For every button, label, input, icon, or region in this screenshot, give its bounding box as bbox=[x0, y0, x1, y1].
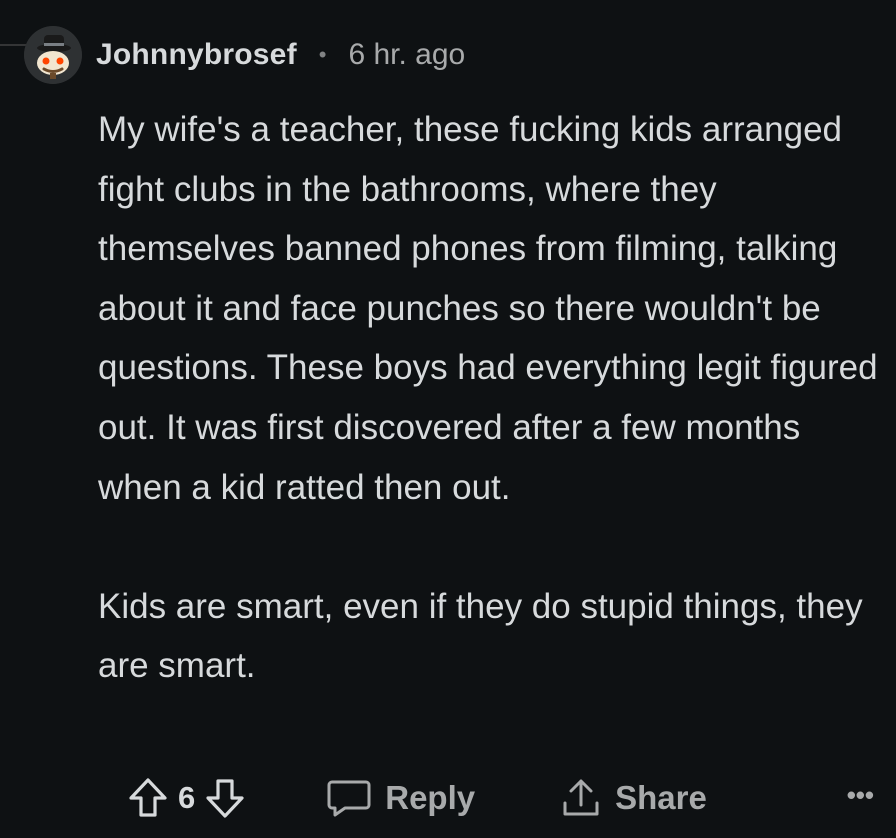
comment-paragraph: Kids are smart, even if they do stupid t… bbox=[98, 586, 863, 686]
vote-controls: 6 bbox=[128, 777, 245, 819]
reply-label: Reply bbox=[385, 779, 476, 816]
comment-timestamp: 6 hr. ago bbox=[348, 38, 466, 71]
meta-separator: • bbox=[318, 42, 327, 67]
share-label: Share bbox=[615, 779, 707, 816]
share-upload-icon bbox=[563, 779, 599, 816]
speech-bubble-icon bbox=[327, 780, 371, 817]
author-username[interactable]: Johnnybrosef bbox=[96, 38, 297, 72]
downvote-button[interactable] bbox=[205, 777, 245, 819]
comment-body: My wife's a teacher, these fucking kids … bbox=[98, 100, 878, 696]
arrow-up-icon bbox=[129, 778, 167, 817]
comment-header: Johnnybrosef • 6 hr. ago bbox=[24, 26, 465, 84]
share-button[interactable]: Share bbox=[561, 777, 707, 819]
comment-paragraph: My wife's a teacher, these fucking kids … bbox=[98, 110, 878, 507]
vote-score: 6 bbox=[178, 780, 196, 815]
arrow-down-icon bbox=[206, 779, 244, 818]
snoo-avatar-icon bbox=[24, 26, 82, 84]
reply-button[interactable]: Reply bbox=[327, 778, 475, 818]
upvote-button[interactable] bbox=[128, 777, 168, 819]
comment-action-bar: 6 Reply Share ••• bbox=[128, 770, 888, 826]
more-options-button[interactable]: ••• bbox=[847, 780, 874, 811]
avatar[interactable] bbox=[24, 26, 82, 84]
